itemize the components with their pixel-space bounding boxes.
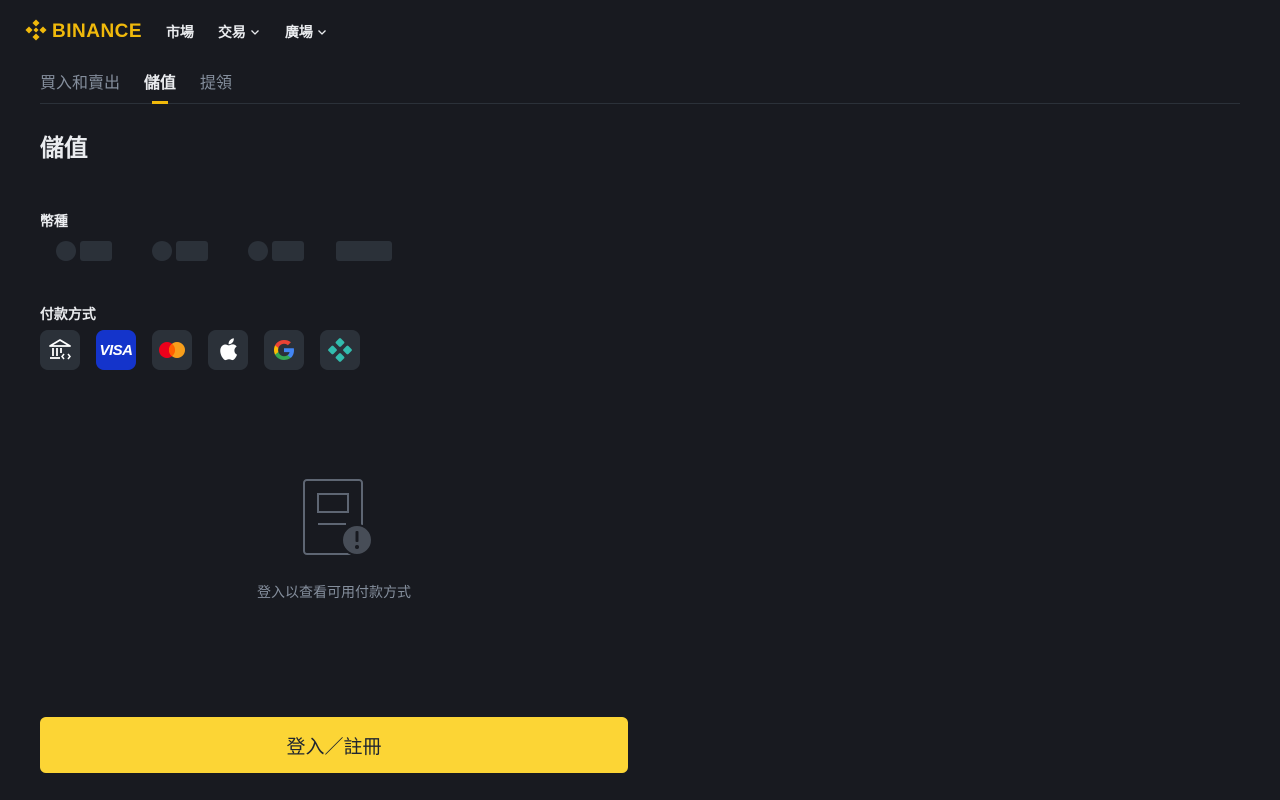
apple-pay-icon[interactable] [208,330,248,370]
skeleton-bar [272,241,304,261]
tab-deposit[interactable]: 儲值 [144,64,176,104]
skeleton-bar [80,241,112,261]
funding-tabs: 買入和賣出 儲值 提領 [40,64,1240,104]
more-currencies-skeleton [336,241,392,261]
currency-label: 幣種 [40,213,68,229]
payment-method-list: VISA [40,330,360,370]
payment-method-label: 付款方式 [40,306,96,322]
nav-item-label: 交易 [218,24,247,40]
brand-name: BINANCE [52,21,143,42]
binance-logo[interactable]: BINANCE [24,18,142,47]
visa-icon[interactable]: VISA [96,330,136,370]
pix-icon[interactable] [320,330,360,370]
google-pay-icon[interactable] [264,330,304,370]
mastercard-icon[interactable] [152,330,192,370]
currency-options-loading [56,241,392,261]
currency-option-skeleton [152,241,208,261]
bank-transfer-icon[interactable] [40,330,80,370]
nav-item-label: 廣場 [285,24,314,40]
nav-item-trade[interactable]: 交易 [218,22,261,42]
login-register-button[interactable]: 登入／註冊 [40,717,628,773]
login-prompt-message: 登入以查看可用付款方式 [257,584,411,600]
currency-option-skeleton [248,241,304,261]
currency-option-skeleton [56,241,112,261]
page-title: 儲值 [40,135,88,162]
skeleton-dot [152,241,172,261]
skeleton-dot [56,241,76,261]
main-nav: 市場 交易 廣場 [166,22,328,42]
binance-logo-icon [24,18,48,47]
skeleton-bar [176,241,208,261]
visa-logo-text: VISA [99,341,133,359]
chevron-down-icon [249,26,261,38]
card-warning-icon [298,476,378,560]
nav-item-label: 市場 [166,24,195,40]
tab-withdraw[interactable]: 提領 [200,64,232,104]
chevron-down-icon [316,26,328,38]
tab-buy-sell[interactable]: 買入和賣出 [40,64,120,104]
nav-item-markets[interactable]: 市場 [166,22,194,42]
top-navigation-bar: BINANCE 市場 交易 廣場 [0,0,1280,64]
nav-item-square[interactable]: 廣場 [285,22,328,42]
skeleton-dot [248,241,268,261]
